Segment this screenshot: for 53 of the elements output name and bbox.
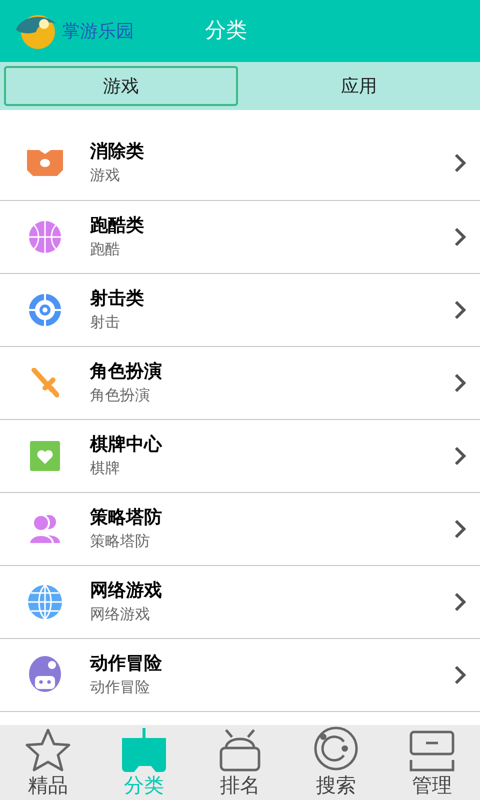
category-title: 角色扮演 xyxy=(90,360,163,384)
category-tab[interactable]: 游戏 xyxy=(4,66,238,106)
category-title: 策略塔防 xyxy=(90,506,163,530)
chevron-right-icon xyxy=(454,519,466,539)
nav-tab[interactable]: 排名 xyxy=(192,725,288,800)
shield-icon xyxy=(27,148,63,178)
nav-tab[interactable]: 管理 xyxy=(384,725,480,800)
gamepad-icon xyxy=(120,728,168,772)
category-subtitle: 射击 xyxy=(90,312,121,333)
chevron-right-icon xyxy=(454,373,466,393)
heart-card-icon xyxy=(30,441,60,471)
category-title: 网络游戏 xyxy=(90,579,163,603)
box-icon xyxy=(409,730,455,772)
nav-tab[interactable]: 精品 xyxy=(0,725,96,800)
category-row[interactable]: 跑酷类 跑酷 xyxy=(0,201,480,274)
chevron-right-icon xyxy=(454,665,466,685)
chevron-right-icon xyxy=(454,153,466,173)
category-row[interactable]: 动作冒险 动作冒险 xyxy=(0,639,480,712)
category-subtitle: 跑酷 xyxy=(90,239,121,260)
chevron-right-icon xyxy=(454,300,466,320)
search-icon xyxy=(312,725,360,772)
category-row[interactable]: 网络游戏 网络游戏 xyxy=(0,566,480,639)
category-title: 消除类 xyxy=(90,140,145,164)
category-subtitle: 棋牌 xyxy=(90,458,121,479)
category-row[interactable]: 策略塔防 策略塔防 xyxy=(0,493,480,566)
basketball-icon xyxy=(28,220,62,254)
users-icon xyxy=(28,513,62,545)
sword-icon xyxy=(31,368,59,398)
category-title: 射击类 xyxy=(90,287,145,311)
chevron-right-icon xyxy=(454,227,466,247)
category-row[interactable]: 消除类 游戏 xyxy=(0,128,480,201)
category-tab[interactable]: 应用 xyxy=(242,66,476,106)
globe-icon xyxy=(27,584,63,620)
page-title: 分类 xyxy=(205,17,247,44)
chevron-right-icon xyxy=(454,592,466,612)
category-title: 跑酷类 xyxy=(90,214,145,238)
android-icon xyxy=(218,728,262,772)
category-row[interactable]: 角色扮演 角色扮演 xyxy=(0,347,480,420)
category-subtitle: 网络游戏 xyxy=(90,604,151,625)
category-subtitle: 策略塔防 xyxy=(90,531,151,552)
category-subtitle: 游戏 xyxy=(90,165,121,186)
mushroom-icon xyxy=(29,656,61,694)
category-subtitle: 角色扮演 xyxy=(90,385,151,406)
category-subtitle: 动作冒险 xyxy=(90,677,151,698)
star-icon xyxy=(23,728,73,772)
category-title: 动作冒险 xyxy=(90,652,163,676)
logo-text: 掌游乐园 xyxy=(62,20,135,44)
category-row[interactable]: 射击类 射击 xyxy=(0,274,480,347)
crosshair-icon xyxy=(28,293,62,327)
nav-tab[interactable]: 搜索 xyxy=(288,725,384,800)
category-title: 棋牌中心 xyxy=(90,433,164,457)
chevron-right-icon xyxy=(454,446,466,466)
category-row[interactable]: 棋牌中心 棋牌 xyxy=(0,420,480,493)
